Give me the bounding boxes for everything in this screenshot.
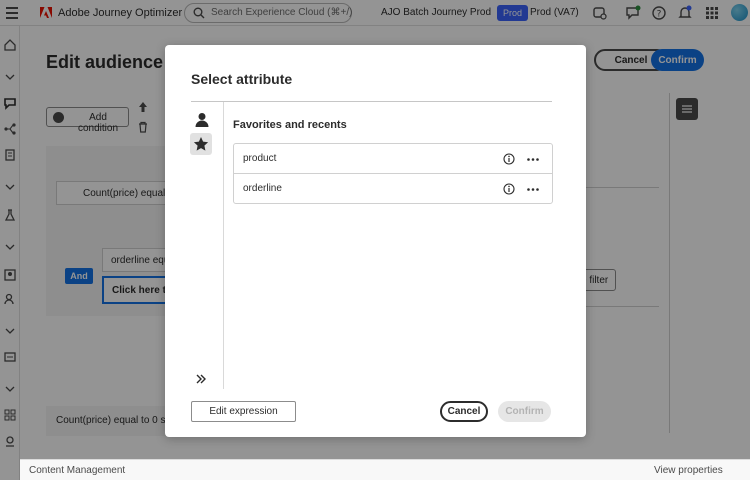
info-icon[interactable] xyxy=(503,153,515,165)
person-icon[interactable] xyxy=(193,111,211,129)
attribute-name: product xyxy=(243,153,277,164)
modal-cancel-button[interactable]: Cancel xyxy=(440,401,488,422)
more-icon[interactable] xyxy=(527,158,539,161)
favorites-tab[interactable] xyxy=(190,133,212,155)
edit-expression-button[interactable]: Edit expression xyxy=(191,401,296,422)
view-properties-link[interactable]: View properties xyxy=(654,465,723,476)
section-title: Favorites and recents xyxy=(233,119,347,131)
modal-confirm-button[interactable]: Confirm xyxy=(498,401,551,422)
divider xyxy=(223,102,224,389)
double-chevron-right-icon[interactable] xyxy=(195,373,207,385)
list-item[interactable]: product xyxy=(234,144,552,174)
list-item[interactable]: orderline xyxy=(234,174,552,204)
more-icon[interactable] xyxy=(527,188,539,191)
attribute-name: orderline xyxy=(243,183,282,194)
bottom-bar: Content Management View properties xyxy=(20,459,750,480)
select-attribute-dialog: Select attribute Favorites and recents p… xyxy=(165,45,586,437)
info-icon[interactable] xyxy=(503,183,515,195)
divider xyxy=(191,101,552,102)
star-icon xyxy=(193,137,209,151)
attribute-list: product orderline xyxy=(233,143,553,204)
content-management-link[interactable]: Content Management xyxy=(29,465,125,476)
modal-title: Select attribute xyxy=(191,71,293,87)
